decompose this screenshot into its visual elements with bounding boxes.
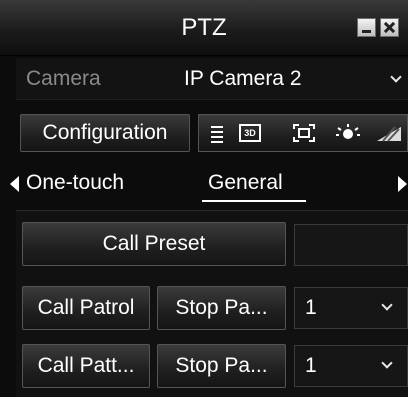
active-tab-indicator bbox=[202, 200, 306, 202]
tab-scroll-left-icon[interactable] bbox=[10, 176, 19, 192]
ptz-toolbar: 3D bbox=[198, 114, 408, 152]
camera-row: Camera IP Camera 2 bbox=[16, 58, 408, 100]
tab-general[interactable]: General bbox=[208, 162, 283, 204]
pattern-select-value: 1 bbox=[305, 354, 317, 377]
close-icon[interactable] bbox=[380, 18, 399, 37]
patrol-select-value: 1 bbox=[305, 296, 317, 319]
tab-one-touch[interactable]: One-touch bbox=[26, 162, 124, 204]
call-pattern-button[interactable]: Call Patt... bbox=[22, 344, 150, 388]
minimize-icon[interactable] bbox=[357, 18, 376, 37]
wiper-icon[interactable] bbox=[375, 123, 403, 143]
call-patrol-button[interactable]: Call Patrol bbox=[22, 286, 150, 330]
stop-patrol-button[interactable]: Stop Pa... bbox=[157, 286, 286, 330]
chevron-down-icon[interactable] bbox=[381, 357, 393, 369]
tab-scroll-right-icon[interactable] bbox=[398, 176, 407, 192]
chevron-down-icon[interactable] bbox=[390, 71, 402, 83]
title-bar: PTZ bbox=[0, 0, 408, 56]
3d-icon[interactable]: 3D bbox=[239, 124, 261, 142]
configuration-button[interactable]: Configuration bbox=[20, 114, 190, 152]
light-icon[interactable] bbox=[335, 123, 361, 143]
stop-pattern-button[interactable]: Stop Pa... bbox=[157, 344, 286, 388]
tab-bar: One-touch General bbox=[0, 162, 408, 204]
window-title: PTZ bbox=[181, 14, 227, 41]
pattern-select[interactable]: 1 bbox=[294, 345, 408, 387]
chevron-down-icon[interactable] bbox=[381, 299, 393, 311]
camera-select[interactable]: IP Camera 2 bbox=[184, 58, 302, 100]
preset-number-input[interactable] bbox=[294, 224, 408, 266]
frame-icon[interactable] bbox=[293, 123, 315, 143]
call-preset-button[interactable]: Call Preset bbox=[22, 222, 286, 266]
patrol-select[interactable]: 1 bbox=[294, 287, 408, 329]
list-icon[interactable] bbox=[211, 123, 223, 143]
camera-label: Camera bbox=[26, 67, 101, 90]
